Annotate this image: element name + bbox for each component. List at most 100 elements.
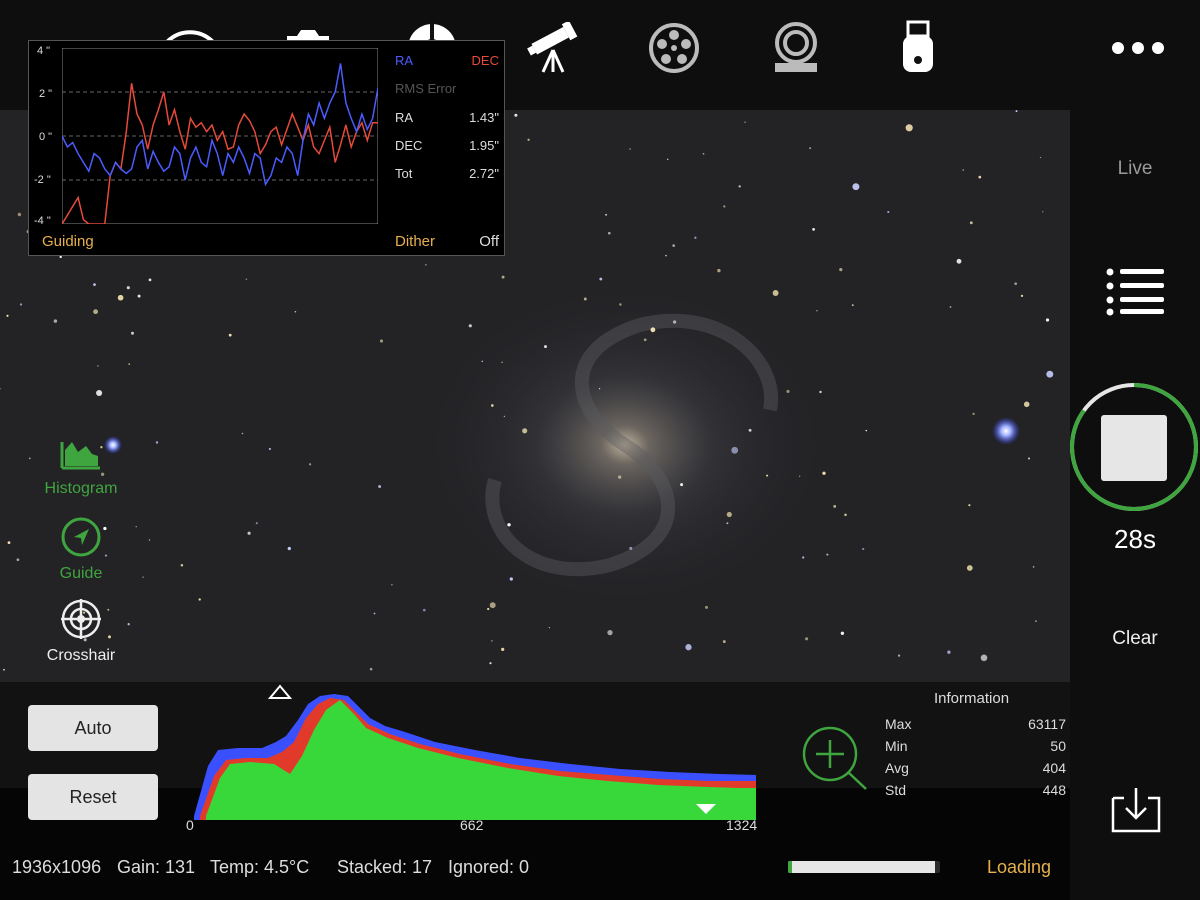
star xyxy=(59,255,62,259)
telescope-icon[interactable] xyxy=(522,18,582,78)
star xyxy=(723,205,726,208)
star xyxy=(704,605,709,609)
guiding-panel: 4 " 2 " 0 " -2 " -4 " RA DEC RMS Error R… xyxy=(28,40,505,256)
list-icon[interactable] xyxy=(1106,266,1166,316)
star xyxy=(905,124,913,132)
guide-tool[interactable]: Guide xyxy=(28,516,134,583)
star xyxy=(748,428,752,432)
star xyxy=(978,175,982,179)
guide-label: Guide xyxy=(59,565,103,582)
star xyxy=(851,304,854,306)
star xyxy=(1028,457,1030,460)
star xyxy=(548,626,551,629)
black-point-marker xyxy=(267,684,293,699)
star xyxy=(17,212,22,217)
star xyxy=(481,360,484,363)
star xyxy=(833,505,837,508)
reset-button[interactable]: Reset xyxy=(28,774,158,820)
crosshair-label: Crosshair xyxy=(46,647,116,664)
star xyxy=(1046,370,1054,378)
star xyxy=(373,612,376,615)
star xyxy=(766,474,769,477)
bright-star xyxy=(992,417,1020,445)
star xyxy=(605,213,608,216)
star xyxy=(980,654,988,662)
star xyxy=(142,576,144,578)
star xyxy=(378,485,382,488)
star xyxy=(501,275,505,279)
star xyxy=(148,539,151,541)
histogram-tool[interactable]: Histogram xyxy=(28,436,134,498)
star xyxy=(228,333,232,337)
stop-icon xyxy=(1101,415,1167,481)
zoom-in-icon[interactable] xyxy=(800,726,870,792)
capture-stop-button[interactable] xyxy=(1068,381,1200,513)
star xyxy=(255,522,258,525)
capture-timer: 28s xyxy=(1114,524,1156,554)
focuser-icon[interactable] xyxy=(766,18,826,78)
ytick-m2: -2 " xyxy=(34,174,51,186)
filter-wheel-icon[interactable] xyxy=(644,18,704,78)
dec-label: DEC xyxy=(395,138,423,153)
star xyxy=(839,267,843,272)
star xyxy=(722,640,726,644)
star xyxy=(1042,211,1044,213)
star xyxy=(694,236,697,239)
star xyxy=(972,412,975,416)
star xyxy=(607,629,613,636)
histogram-label: Histogram xyxy=(44,480,118,497)
star xyxy=(897,654,901,657)
star xyxy=(666,158,669,161)
histogram-chart[interactable] xyxy=(190,684,760,820)
star xyxy=(672,244,676,247)
star xyxy=(865,429,868,432)
info-max-label: Max xyxy=(885,716,912,732)
star xyxy=(956,258,962,264)
star xyxy=(391,584,393,586)
clear-button[interactable]: Clear xyxy=(1070,628,1200,650)
star xyxy=(369,667,373,671)
star xyxy=(97,365,99,367)
star xyxy=(702,152,705,155)
star xyxy=(1035,620,1037,622)
star xyxy=(819,390,822,394)
star xyxy=(1023,401,1030,408)
star xyxy=(672,320,677,324)
info-min-label: Min xyxy=(885,738,908,754)
dither-value[interactable]: Off xyxy=(449,233,499,250)
ytick-2: 2 " xyxy=(39,88,53,100)
star xyxy=(503,415,506,418)
info-title: Information xyxy=(934,690,1010,707)
hist-tick-0: 0 xyxy=(186,817,194,833)
info-std-value: 448 xyxy=(1042,782,1066,798)
star xyxy=(16,558,20,562)
star xyxy=(731,446,739,454)
star xyxy=(726,522,729,525)
star xyxy=(527,138,530,141)
star xyxy=(805,637,809,641)
live-toggle[interactable]: Live xyxy=(1070,158,1200,180)
star xyxy=(468,324,472,328)
star xyxy=(425,264,427,266)
auto-button[interactable]: Auto xyxy=(28,705,158,751)
star xyxy=(607,231,611,235)
crosshair-tool[interactable]: Crosshair xyxy=(28,598,134,665)
star xyxy=(772,290,779,296)
download-icon[interactable] xyxy=(1110,784,1162,834)
info-avg-value: 404 xyxy=(1042,760,1066,776)
ra-value: 1.43" xyxy=(469,110,499,125)
star xyxy=(422,608,426,612)
star xyxy=(53,319,58,323)
star xyxy=(514,113,518,117)
star xyxy=(726,511,732,518)
star xyxy=(198,598,201,601)
star xyxy=(131,331,134,335)
star xyxy=(852,183,860,191)
star xyxy=(491,640,493,642)
ytick-0: 0 " xyxy=(39,131,53,143)
star xyxy=(799,475,801,477)
usb-drive-icon[interactable] xyxy=(888,18,948,78)
more-icon[interactable] xyxy=(1110,40,1166,56)
star xyxy=(826,553,829,556)
dither-label[interactable]: Dither xyxy=(395,233,435,250)
